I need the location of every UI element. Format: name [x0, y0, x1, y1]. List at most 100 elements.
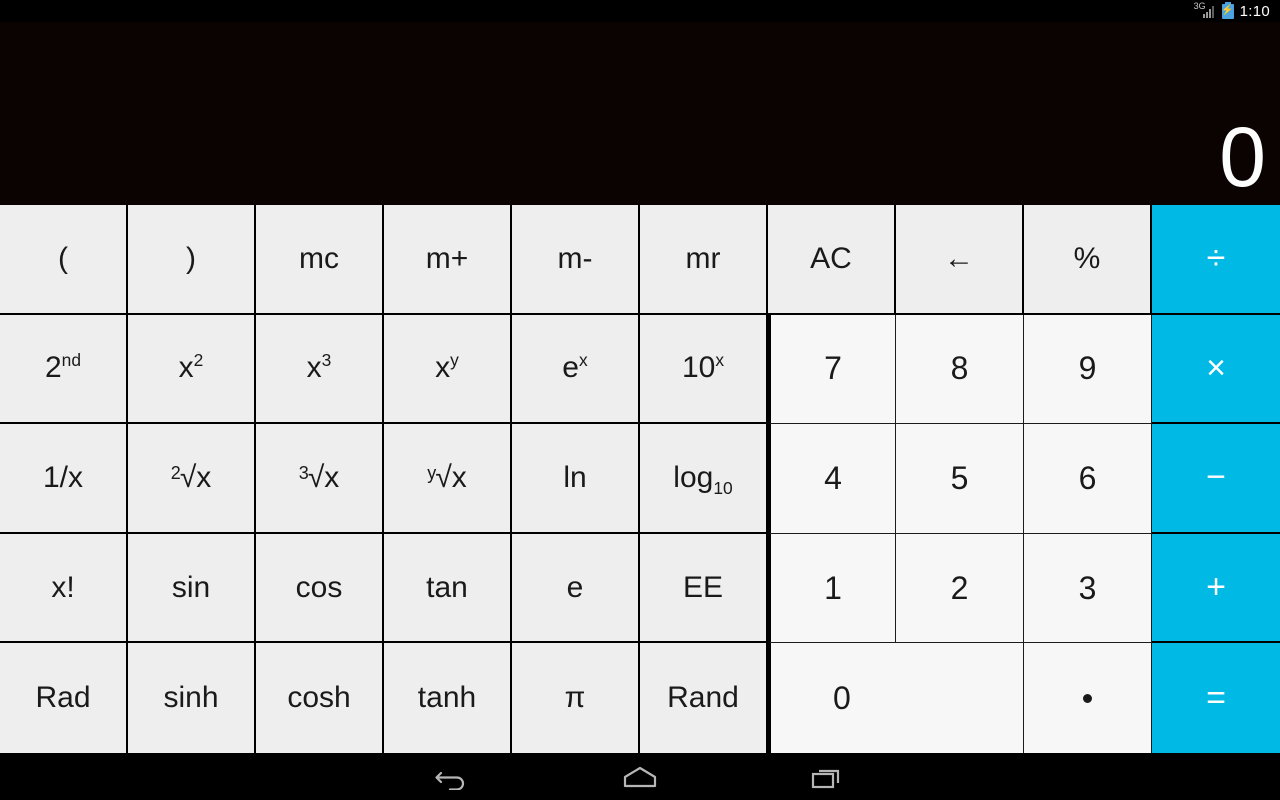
key-cosh[interactable]: cosh: [256, 643, 384, 753]
key-decimal[interactable]: [1024, 643, 1152, 753]
key-ten-pow-x[interactable]: 10x: [640, 314, 768, 425]
key-second-label: 2nd: [44, 350, 82, 385]
key-mc[interactable]: mc: [256, 205, 384, 315]
key-cube-root-label: 3√x: [298, 460, 340, 494]
key-equals[interactable]: =: [1152, 643, 1280, 753]
key-y-root[interactable]: y√x: [384, 424, 512, 534]
key-tan[interactable]: tan: [384, 533, 512, 644]
key-2-label: 2: [950, 569, 969, 606]
keypad-row: () mc m+ m-mr AC ←% ÷: [0, 205, 1280, 315]
key-2[interactable]: 2: [896, 533, 1024, 644]
key-cos[interactable]: cos: [256, 533, 384, 644]
keypad-row: 1/x 2√x 3√x y√x ln log10 4 5 6 −: [0, 424, 1280, 534]
key-x-pow-y[interactable]: xy: [384, 314, 512, 425]
key-m-plus-label: m+: [425, 241, 469, 275]
key-rand-label: Rand: [667, 681, 739, 715]
key-subtract[interactable]: −: [1152, 424, 1280, 534]
key-log-base-10[interactable]: log10: [640, 424, 768, 534]
key-close-paren[interactable]: ): [128, 205, 256, 315]
key-decimal-label: [1083, 693, 1092, 703]
calculator-app: 3G ⚡ 1:10 0 () mc m+ m-mr AC ←% ÷ 2nd x2 x3 xy ex 10…: [0, 0, 1280, 800]
status-bar: 3G ⚡ 1:10: [0, 0, 1280, 22]
key-ee[interactable]: EE: [640, 533, 768, 644]
key-8[interactable]: 8: [896, 314, 1024, 425]
calculator-display[interactable]: 0: [0, 22, 1280, 205]
recents-icon[interactable]: [798, 757, 858, 797]
key-mc-label: mc: [299, 241, 339, 275]
key-3[interactable]: 3: [1024, 533, 1152, 644]
key-backspace[interactable]: ←: [896, 205, 1024, 315]
key-sinh[interactable]: sinh: [128, 643, 256, 753]
key-mr[interactable]: mr: [640, 205, 768, 315]
display-value: 0: [1219, 110, 1266, 204]
key-factorial[interactable]: x!: [0, 533, 128, 644]
key-x-squared[interactable]: x2: [128, 314, 256, 425]
key-9[interactable]: 9: [1024, 314, 1152, 425]
key-0-label: 0: [833, 679, 851, 716]
key-all-clear[interactable]: AC: [768, 205, 896, 315]
key-divide-label: ÷: [1206, 239, 1226, 278]
keypad: () mc m+ m-mr AC ←% ÷ 2nd x2 x3 xy ex 10x 7 8 9 × 1/x 2√x 3…: [0, 205, 1280, 753]
key-percent-label: %: [1073, 241, 1101, 275]
key-tanh[interactable]: tanh: [384, 643, 512, 753]
key-m-minus-label: m-: [557, 241, 593, 275]
key-y-root-label: y√x: [427, 460, 467, 494]
key-ln[interactable]: ln: [512, 424, 640, 534]
home-icon[interactable]: [610, 757, 670, 797]
key-cube-root[interactable]: 3√x: [256, 424, 384, 534]
key-4[interactable]: 4: [768, 424, 896, 534]
key-e-pow-x[interactable]: ex: [512, 314, 640, 425]
key-8-label: 8: [950, 350, 969, 387]
key-7[interactable]: 7: [768, 314, 896, 425]
key-ee-label: EE: [682, 570, 724, 604]
key-factorial-label: x!: [51, 570, 75, 604]
key-percent[interactable]: %: [1024, 205, 1152, 315]
keypad-row: 2nd x2 x3 xy ex 10x 7 8 9 ×: [0, 314, 1280, 425]
key-5[interactable]: 5: [896, 424, 1024, 534]
key-all-clear-label: AC: [810, 241, 852, 275]
battery-charging-icon: ⚡: [1221, 1, 1234, 19]
key-x-cubed[interactable]: x3: [256, 314, 384, 425]
keypad-row: Rad sinh cosh tanh π Rand 0 =: [0, 643, 1280, 753]
key-9-label: 9: [1078, 350, 1097, 387]
key-open-paren[interactable]: (: [0, 205, 128, 315]
key-cos-label: cos: [295, 570, 343, 604]
key-sin[interactable]: sin: [128, 533, 256, 644]
key-1-label: 1: [824, 569, 842, 606]
key-1[interactable]: 1: [768, 533, 896, 644]
key-0[interactable]: 0: [768, 643, 1024, 753]
key-sin-label: sin: [171, 570, 211, 604]
key-cosh-label: cosh: [287, 681, 351, 715]
key-6[interactable]: 6: [1024, 424, 1152, 534]
key-divide[interactable]: ÷: [1152, 205, 1280, 315]
key-5-label: 5: [950, 459, 969, 496]
key-multiply-label: ×: [1206, 348, 1226, 387]
key-euler[interactable]: e: [512, 533, 640, 644]
key-second[interactable]: 2nd: [0, 314, 128, 425]
status-bar-clock: 1:10: [1239, 2, 1270, 20]
key-6-label: 6: [1078, 459, 1097, 496]
key-x-pow-y-label: xy: [435, 350, 459, 385]
key-pi[interactable]: π: [512, 643, 640, 753]
key-4-label: 4: [824, 459, 842, 496]
key-equals-label: =: [1206, 678, 1226, 717]
key-x-cubed-label: x3: [306, 350, 332, 385]
key-sinh-label: sinh: [163, 681, 219, 715]
key-reciprocal[interactable]: 1/x: [0, 424, 128, 534]
key-tanh-label: tanh: [417, 681, 477, 715]
back-icon[interactable]: [422, 757, 482, 797]
key-tan-label: tan: [426, 570, 468, 604]
bolt-glyph: ⚡: [1221, 5, 1234, 16]
key-rad-label: Rad: [35, 681, 91, 715]
key-rad[interactable]: Rad: [0, 643, 128, 753]
keypad-row: x! sin cos tan e EE 1 2 3 +: [0, 533, 1280, 644]
key-reciprocal-label: 1/x: [42, 460, 84, 494]
key-multiply[interactable]: ×: [1152, 314, 1280, 425]
key-euler-label: e: [566, 570, 584, 604]
key-square-root[interactable]: 2√x: [128, 424, 256, 534]
signal-bars-glyph: [1202, 6, 1216, 18]
key-add[interactable]: +: [1152, 533, 1280, 644]
key-m-minus[interactable]: m-: [512, 205, 640, 315]
key-m-plus[interactable]: m+: [384, 205, 512, 315]
key-rand[interactable]: Rand: [640, 643, 768, 753]
